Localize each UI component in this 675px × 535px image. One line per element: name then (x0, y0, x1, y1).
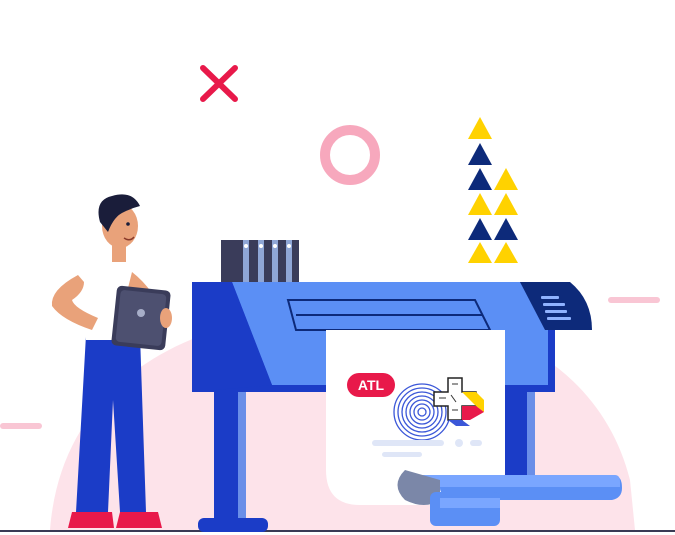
printer-illustration: ATL (0, 65, 675, 532)
eye (126, 222, 130, 226)
close-icon (200, 65, 238, 102)
illustration-scene: ATL (0, 0, 675, 535)
right-hand (160, 308, 172, 328)
decor-dash-right (608, 297, 660, 303)
decor-dash-left (0, 423, 42, 429)
triangle-stack (468, 117, 518, 263)
ink-cartridges (221, 240, 299, 282)
right-shoe (116, 512, 162, 528)
ring-shape (320, 125, 380, 185)
left-shoe (68, 512, 114, 528)
atl-badge-label: ATL (358, 377, 385, 393)
